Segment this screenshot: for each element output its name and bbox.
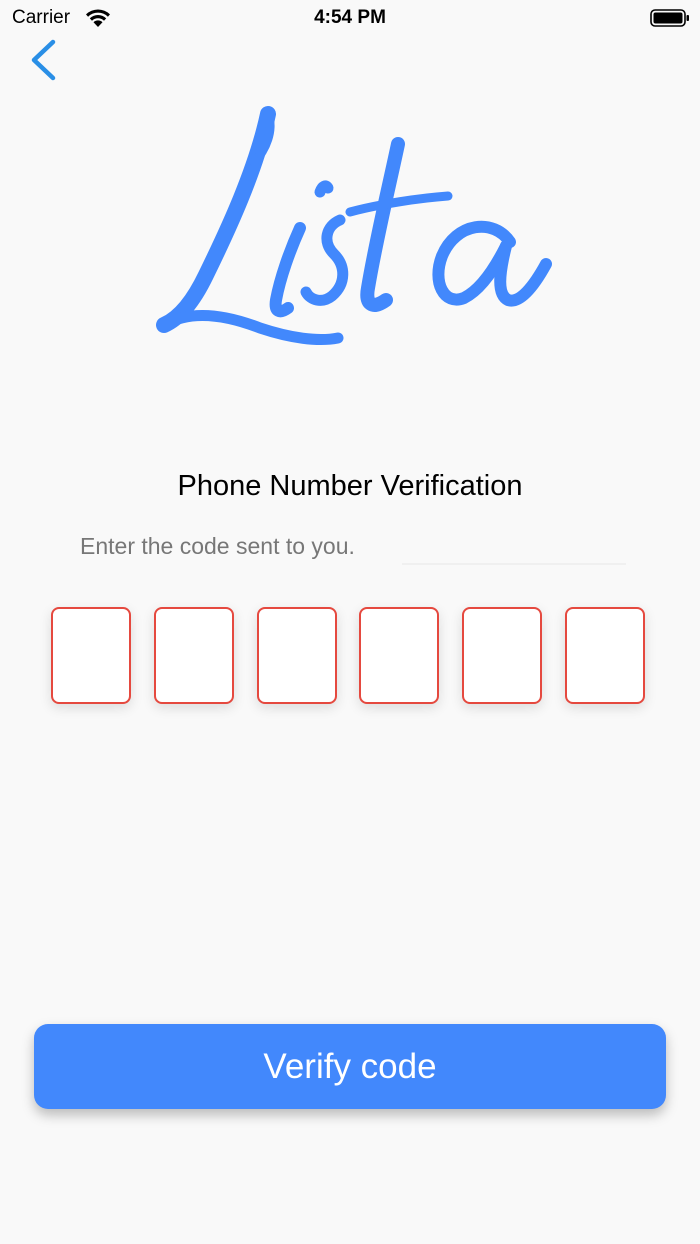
verify-code-button[interactable]: Verify code	[34, 1024, 666, 1109]
chevron-left-icon	[31, 39, 56, 81]
status-time: 4:54 PM	[314, 7, 386, 28]
status-bar: Carrier 4:54 PM	[0, 0, 700, 36]
code-digit-1[interactable]	[51, 607, 131, 704]
code-input-row	[51, 607, 651, 709]
page-title: Phone Number Verification	[177, 470, 523, 502]
battery-icon	[650, 9, 689, 27]
code-digit-4[interactable]	[359, 607, 439, 704]
instruction-text: Enter the code sent to you.	[80, 533, 355, 559]
code-digit-2[interactable]	[154, 607, 234, 704]
code-digit-5[interactable]	[462, 607, 542, 704]
code-digit-6[interactable]	[565, 607, 645, 704]
lista-logo	[156, 106, 552, 346]
back-button[interactable]	[22, 36, 66, 84]
code-digit-3[interactable]	[257, 607, 337, 704]
divider	[402, 563, 626, 565]
